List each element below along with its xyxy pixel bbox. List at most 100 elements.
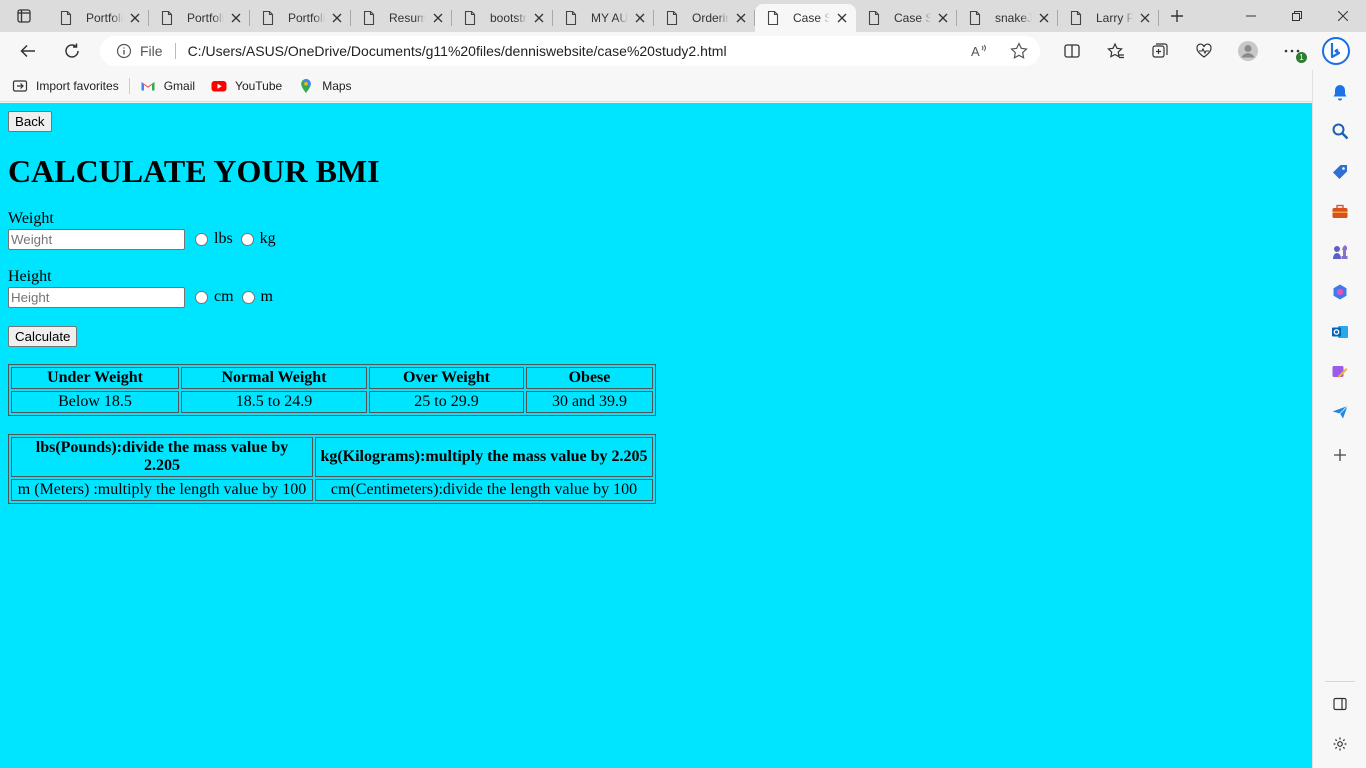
browser-tab[interactable]: Portfolio xyxy=(48,4,149,32)
browser-tab[interactable]: Larry P xyxy=(1058,4,1159,32)
url-text[interactable]: C:/Users/ASUS/OneDrive/Documents/g11%20f… xyxy=(188,43,727,59)
microsoft365-icon[interactable] xyxy=(1330,282,1350,302)
table-header-row: lbs(Pounds):divide the mass value by 2.2… xyxy=(11,437,653,477)
designer-pen-icon[interactable] xyxy=(1330,362,1350,382)
cm-radio-label: cm xyxy=(214,288,234,305)
add-sidebar-app-icon[interactable] xyxy=(1330,445,1350,465)
split-screen-button[interactable] xyxy=(1050,32,1094,70)
youtube-icon xyxy=(211,80,227,91)
tab-title: Portfolio xyxy=(86,11,123,25)
page-icon xyxy=(363,10,375,26)
kg-radio[interactable] xyxy=(240,232,254,246)
favorite-label: Maps xyxy=(322,78,352,93)
favorite-youtube[interactable]: YouTube xyxy=(211,78,282,94)
close-tab-icon[interactable] xyxy=(1036,10,1052,26)
svg-text:A: A xyxy=(971,44,980,59)
sidebar-settings-gear-icon[interactable] xyxy=(1330,734,1350,754)
lbs-radio[interactable] xyxy=(195,232,208,246)
calculate-button[interactable]: Calculate xyxy=(8,326,78,347)
new-tab-button[interactable] xyxy=(1159,0,1195,32)
games-chess-icon[interactable] xyxy=(1330,242,1350,262)
browser-essentials-button[interactable] xyxy=(1182,32,1226,70)
restore-button[interactable] xyxy=(1274,0,1320,32)
star-icon[interactable] xyxy=(1010,42,1028,60)
tab-title: Ordering xyxy=(692,11,729,25)
browser-tab[interactable]: snakeJS xyxy=(957,4,1058,32)
hide-sidebar-icon[interactable] xyxy=(1330,694,1350,714)
favorite-label: Gmail xyxy=(163,78,196,93)
cm-radio[interactable] xyxy=(195,290,208,304)
table-header-cell: kg(Kilograms):multiply the mass value by… xyxy=(315,437,653,477)
close-tab-icon[interactable] xyxy=(834,10,850,26)
refresh-icon xyxy=(65,43,79,58)
close-tab-icon[interactable] xyxy=(329,10,345,26)
weight-row: lbs kg xyxy=(8,228,1304,250)
tab-title: Portfolio xyxy=(288,11,325,25)
browser-tab[interactable]: Ordering xyxy=(654,4,755,32)
tab-actions-icon xyxy=(17,9,31,23)
browser-tab[interactable]: Portfolio xyxy=(149,4,250,32)
profile-button[interactable] xyxy=(1226,32,1270,70)
settings-more-button[interactable]: 1 xyxy=(1270,32,1314,70)
minimize-button[interactable] xyxy=(1228,0,1274,32)
browser-tab[interactable]: Resume xyxy=(351,4,452,32)
page-icon xyxy=(1070,10,1082,26)
tab-actions-button[interactable] xyxy=(0,0,48,32)
close-tab-icon[interactable] xyxy=(228,10,244,26)
back-nav-button[interactable] xyxy=(6,32,50,70)
favorite-gmail[interactable]: Gmail xyxy=(140,78,195,94)
search-icon[interactable] xyxy=(1330,121,1350,141)
back-button[interactable]: Back xyxy=(8,111,52,132)
tab-title: Portfolio xyxy=(187,11,224,25)
browser-tab[interactable]: Case Study xyxy=(755,4,856,32)
close-tab-icon[interactable] xyxy=(632,10,648,26)
tab-title: MY AU xyxy=(591,11,628,25)
notifications-bell-icon[interactable] xyxy=(1330,82,1350,102)
split-screen-icon xyxy=(1064,44,1080,58)
close-window-button[interactable] xyxy=(1320,0,1366,32)
tools-briefcase-icon[interactable] xyxy=(1330,202,1350,222)
favorite-maps[interactable]: Maps xyxy=(298,78,352,94)
unit-conversion-table: lbs(Pounds):divide the mass value by 2.2… xyxy=(8,434,656,504)
favorite-import[interactable]: Import favorites xyxy=(12,78,119,94)
bmi-category-table: Under Weight Normal Weight Over Weight O… xyxy=(8,364,656,416)
weight-input[interactable] xyxy=(8,228,185,250)
tab-title: bootstrap xyxy=(490,11,527,25)
page-icon xyxy=(767,10,779,26)
page-icon xyxy=(60,10,72,26)
collections-button[interactable] xyxy=(1138,32,1182,70)
close-tab-icon[interactable] xyxy=(1137,10,1153,26)
page-icon xyxy=(464,10,476,26)
page-icon xyxy=(161,10,173,26)
copilot-button[interactable] xyxy=(1314,32,1358,70)
outlook-icon[interactable] xyxy=(1330,322,1350,342)
table-cell: cm(Centimeters):divide the length value … xyxy=(315,479,653,501)
close-tab-icon[interactable] xyxy=(531,10,547,26)
m-radio[interactable] xyxy=(241,290,255,304)
browser-tab[interactable]: Case Study xyxy=(856,4,957,32)
extensions-badge: 1 xyxy=(1296,52,1307,63)
browser-tab[interactable]: MY AU xyxy=(553,4,654,32)
favorites-button[interactable] xyxy=(1094,32,1138,70)
minimize-icon xyxy=(1246,15,1256,17)
read-aloud-icon[interactable]: A xyxy=(970,42,988,60)
height-input[interactable] xyxy=(8,286,185,308)
favorites-bar: Import favorites Gmail YouTube Maps xyxy=(0,70,1312,102)
table-cell: 30 and 39.9 xyxy=(526,391,653,413)
import-icon xyxy=(12,79,28,92)
close-tab-icon[interactable] xyxy=(935,10,951,26)
shopping-tag-icon[interactable] xyxy=(1330,162,1350,182)
sidebar-divider xyxy=(1325,681,1355,682)
browser-tab[interactable]: bootstrap xyxy=(452,4,553,32)
close-tab-icon[interactable] xyxy=(127,10,143,26)
bing-icon xyxy=(1322,37,1350,65)
browser-tab[interactable]: Portfolio xyxy=(250,4,351,32)
address-bar[interactable]: File C:/Users/ASUS/OneDrive/Documents/g1… xyxy=(100,36,1040,66)
scheme-label: File xyxy=(140,43,176,59)
close-tab-icon[interactable] xyxy=(733,10,749,26)
kg-radio-label: kg xyxy=(259,230,276,247)
send-plane-icon[interactable] xyxy=(1330,402,1350,422)
close-tab-icon[interactable] xyxy=(430,10,446,26)
tab-title: Case Study xyxy=(793,11,830,25)
refresh-button[interactable] xyxy=(50,32,94,70)
